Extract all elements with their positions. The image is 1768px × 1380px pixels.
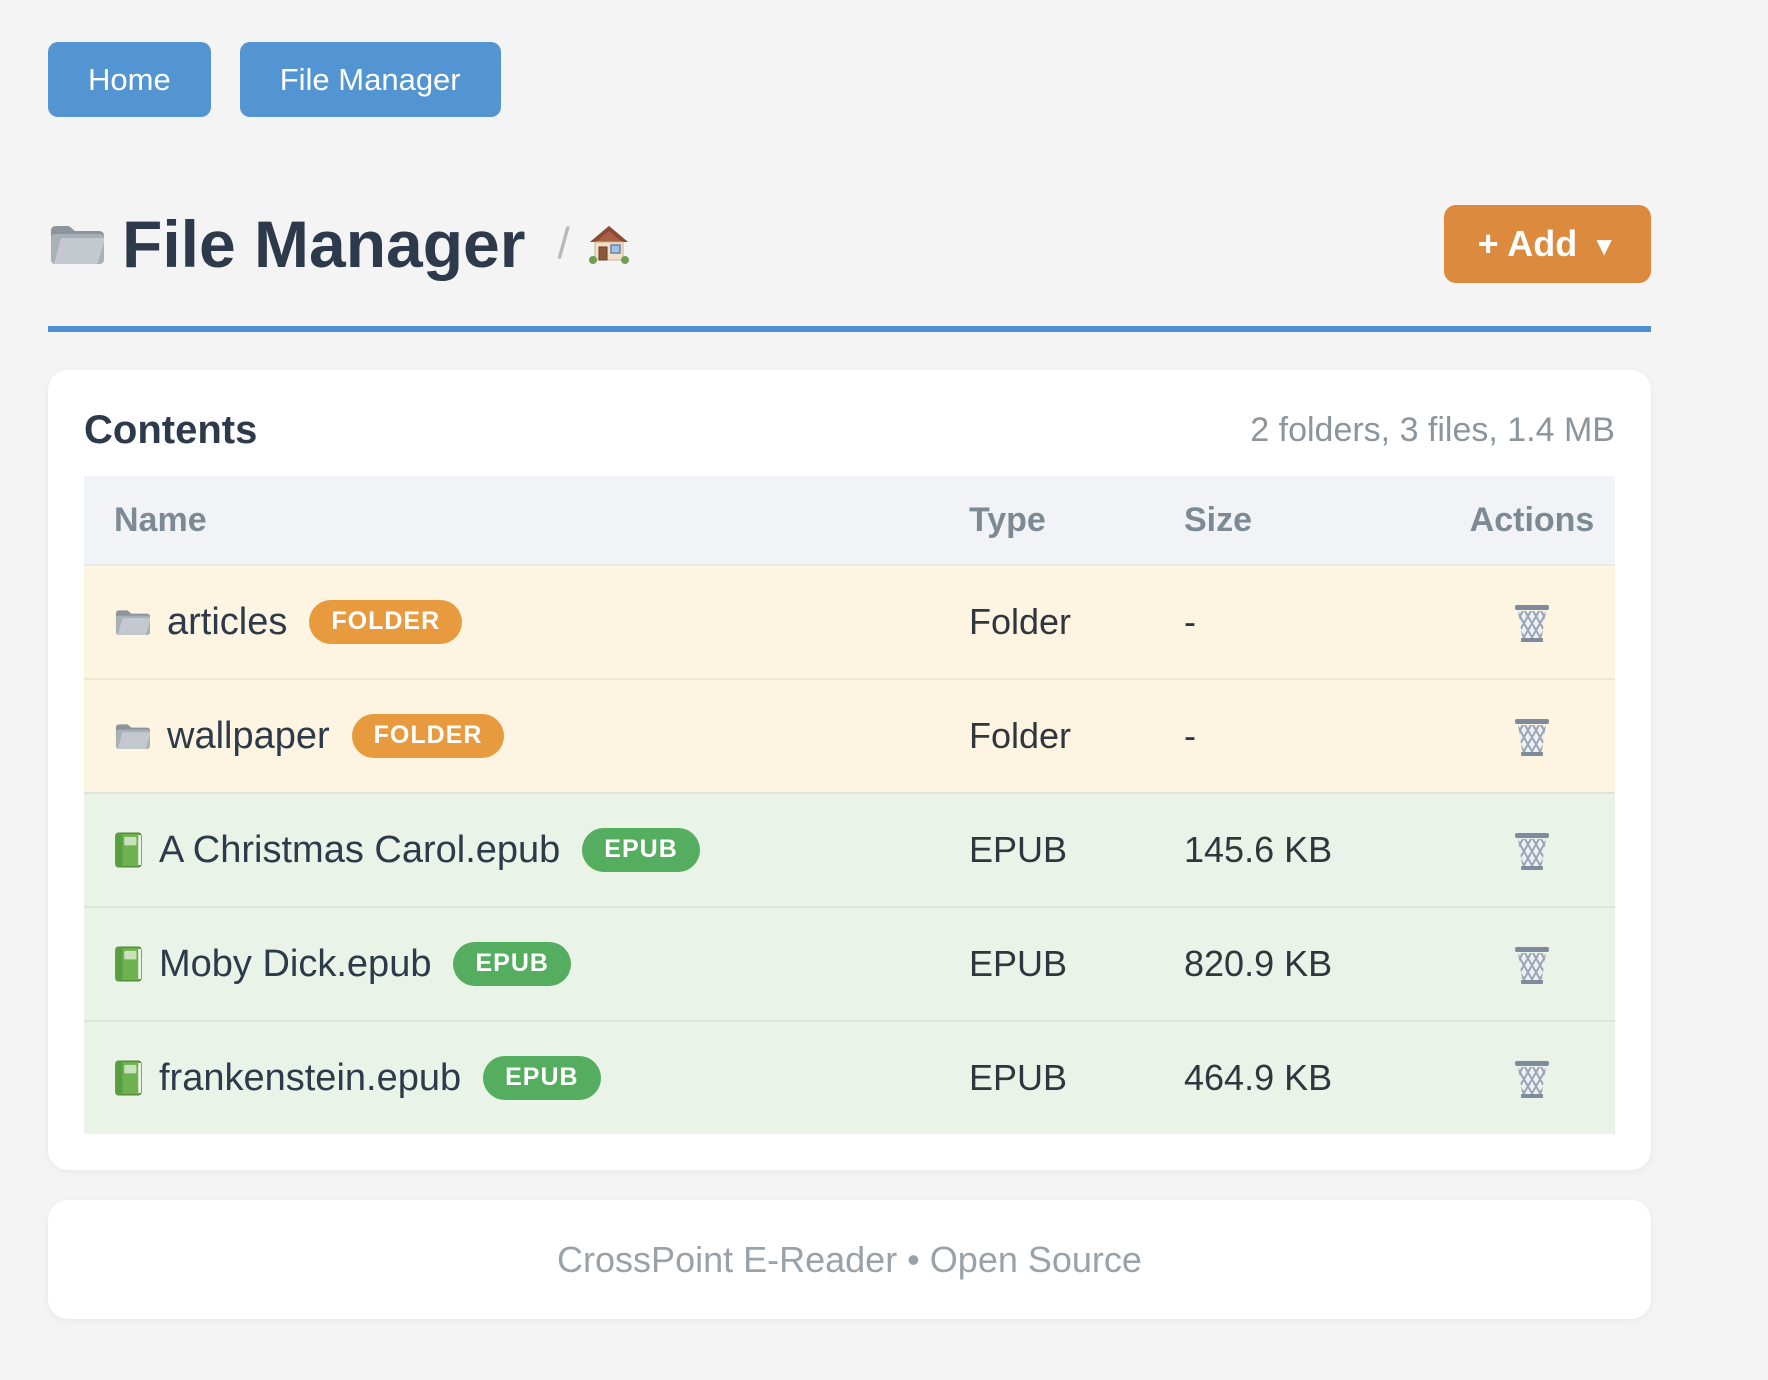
footer-text: CrossPoint E-Reader • Open Source: [557, 1239, 1142, 1281]
nav-button-file-manager[interactable]: File Manager: [240, 42, 501, 117]
type-cell: EPUB: [969, 829, 1184, 871]
type-cell: EPUB: [969, 943, 1184, 985]
folder-icon: [114, 607, 150, 637]
table-row: articles FOLDER Folder -: [84, 566, 1615, 678]
actions-cell: [1449, 1058, 1615, 1098]
home-icon[interactable]: [588, 224, 630, 264]
trash-icon[interactable]: [1515, 716, 1549, 756]
column-header-type: Type: [969, 501, 1184, 540]
table-row: A Christmas Carol.epub EPUB EPUB 145.6 K…: [84, 792, 1615, 906]
folder-icon: [114, 721, 150, 751]
column-header-size: Size: [1184, 501, 1449, 540]
file-table: Name Type Size Actions: [84, 476, 1615, 1134]
column-header-actions: Actions: [1449, 501, 1615, 540]
name-cell[interactable]: frankenstein.epub EPUB: [84, 1056, 969, 1100]
trash-icon[interactable]: [1515, 602, 1549, 642]
name-cell[interactable]: A Christmas Carol.epub EPUB: [84, 828, 969, 872]
trash-icon[interactable]: [1515, 944, 1549, 984]
file-table-body: articles FOLDER Folder -: [84, 566, 1615, 1134]
page-title: File Manager: [122, 211, 525, 277]
file-manager-page: Home File Manager File Manager /: [0, 0, 1768, 1319]
book-icon: [114, 1060, 142, 1096]
trash-icon[interactable]: [1515, 830, 1549, 870]
top-nav: Home File Manager: [48, 42, 1651, 117]
name-cell[interactable]: articles FOLDER: [84, 600, 969, 644]
actions-cell: [1449, 944, 1615, 984]
add-button[interactable]: + Add ▼: [1444, 205, 1651, 283]
file-type-badge: FOLDER: [352, 714, 505, 758]
file-type-badge: EPUB: [453, 942, 570, 986]
chevron-down-icon: ▼: [1591, 231, 1617, 262]
footer: CrossPoint E-Reader • Open Source: [48, 1200, 1651, 1319]
contents-card: Contents 2 folders, 3 files, 1.4 MB Name…: [48, 370, 1651, 1170]
file-name: Moby Dick.epub: [159, 943, 431, 986]
size-cell: 145.6 KB: [1184, 829, 1449, 871]
book-icon: [114, 832, 142, 868]
page-header: File Manager / + Add ▼: [48, 205, 1651, 283]
contents-heading: Contents: [84, 408, 1250, 453]
trash-icon[interactable]: [1515, 1058, 1549, 1098]
column-header-name: Name: [84, 501, 969, 540]
file-name: wallpaper: [167, 715, 330, 758]
type-cell: EPUB: [969, 1057, 1184, 1099]
book-icon: [114, 946, 142, 982]
file-name: A Christmas Carol.epub: [159, 829, 560, 872]
file-type-badge: FOLDER: [309, 600, 462, 644]
size-cell: 464.9 KB: [1184, 1057, 1449, 1099]
name-cell[interactable]: wallpaper FOLDER: [84, 714, 969, 758]
nav-button-home[interactable]: Home: [48, 42, 211, 117]
type-cell: Folder: [969, 715, 1184, 757]
table-row: frankenstein.epub EPUB EPUB 464.9 KB: [84, 1020, 1615, 1134]
contents-summary: 2 folders, 3 files, 1.4 MB: [1250, 411, 1615, 450]
name-cell[interactable]: Moby Dick.epub EPUB: [84, 942, 969, 986]
title-underline: [48, 326, 1651, 332]
file-table-header: Name Type Size Actions: [84, 476, 1615, 566]
file-name: frankenstein.epub: [159, 1057, 461, 1100]
type-cell: Folder: [969, 601, 1184, 643]
table-row: wallpaper FOLDER Folder -: [84, 678, 1615, 792]
size-cell: -: [1184, 715, 1449, 757]
file-name: articles: [167, 601, 287, 644]
table-row: Moby Dick.epub EPUB EPUB 820.9 KB: [84, 906, 1615, 1020]
file-type-badge: EPUB: [582, 828, 699, 872]
add-button-label: + Add: [1478, 223, 1578, 265]
actions-cell: [1449, 602, 1615, 642]
file-type-badge: EPUB: [483, 1056, 600, 1100]
actions-cell: [1449, 716, 1615, 756]
folder-icon: [48, 221, 104, 267]
size-cell: -: [1184, 601, 1449, 643]
breadcrumb-separator: /: [557, 219, 569, 269]
size-cell: 820.9 KB: [1184, 943, 1449, 985]
actions-cell: [1449, 830, 1615, 870]
